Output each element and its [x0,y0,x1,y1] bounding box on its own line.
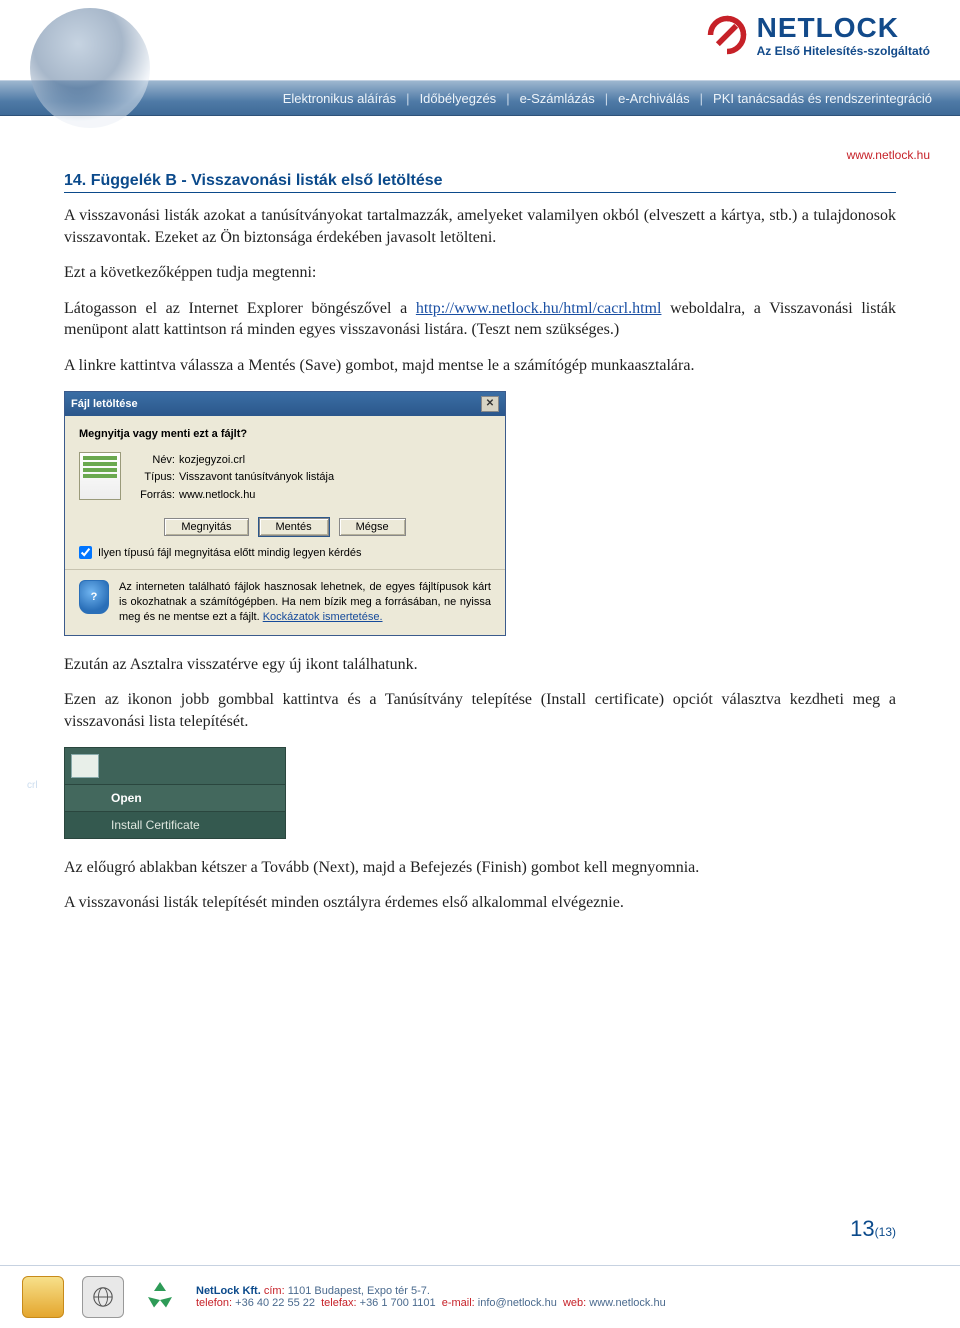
nav-item[interactable]: Időbélyegzés [420,91,497,106]
nav-item[interactable]: e-Számlázás [520,91,595,106]
open-button[interactable]: Megnyitás [164,518,248,536]
always-ask-checkbox[interactable]: Ilyen típusú fájl megnyitása előtt mindi… [79,546,491,559]
ctx-open[interactable]: Open [65,784,285,811]
page-footer: NetLock Kft. cím: 1101 Budapest, Expo té… [0,1265,960,1328]
brand-name: NETLOCK [757,12,930,44]
file-icon [79,452,121,500]
crl-link[interactable]: http://www.netlock.hu/html/cacrl.html [416,300,662,317]
paragraph: A visszavonási listák telepítését minden… [64,892,896,914]
dialog-warning: Az interneten található fájlok hasznosak… [119,580,491,625]
save-button[interactable]: Mentés [259,518,329,536]
paragraph: Ezután az Asztalra visszatérve egy új ik… [64,654,896,676]
header-url: www.netlock.hu [0,116,960,162]
paragraph: Ezt a következőképpen tudja megtenni: [64,262,896,284]
dialog-question: Megnyitja vagy menti ezt a fájlt? [79,428,491,440]
close-icon[interactable]: ✕ [481,396,499,412]
paragraph: Ezen az ikonon jobb gombbal kattintva és… [64,689,896,732]
file-download-dialog: Fájl letöltése ✕ Megnyitja vagy menti ez… [64,391,506,636]
paragraph: A linkre kattintva válassza a Mentés (Sa… [64,355,896,377]
section-title: 14. Függelék B - Visszavonási listák els… [64,172,896,193]
nav-item[interactable]: e-Archiválás [618,91,690,106]
sgs-badge-icon [22,1276,64,1318]
file-info: Név:kozjegyzoi.crl Típus:Visszavont tanú… [131,452,334,505]
ctx-install-certificate[interactable]: Install Certificate [65,811,285,838]
paragraph: Az előugró ablakban kétszer a Tovább (Ne… [64,857,896,879]
dialog-title: Fájl letöltése [71,398,138,410]
crl-file-icon [71,754,99,778]
paragraph: A visszavonási listák azokat a tanúsítvá… [64,205,896,248]
footer-text: NetLock Kft. cím: 1101 Budapest, Expo té… [196,1285,666,1309]
fingerprint-graphic [30,8,150,128]
page-header: NETLOCK Az Első Hitelesítés-szolgáltató [0,0,960,80]
paragraph: Látogasson el az Internet Explorer böngé… [64,298,896,341]
shield-icon [79,580,109,614]
cancel-button[interactable]: Mégse [339,518,406,536]
brand-logo: NETLOCK Az Első Hitelesítés-szolgáltató [705,12,930,58]
moodys-badge-icon [82,1276,124,1318]
file-ext-label: crl [27,780,38,791]
recycle-icon [142,1279,178,1315]
page-number: 13(13) [850,1216,896,1242]
brand-tagline: Az Első Hitelesítés-szolgáltató [757,44,930,58]
checkbox-input[interactable] [79,546,92,559]
risk-link[interactable]: Kockázatok ismertetése. [263,611,383,623]
context-menu: crl Open Install Certificate [64,747,286,839]
globe-icon [92,1286,114,1308]
nav-item[interactable]: PKI tanácsadás és rendszerintegráció [713,91,932,106]
dialog-titlebar: Fájl letöltése ✕ [65,392,505,416]
document-body: 14. Függelék B - Visszavonási listák els… [0,162,960,914]
netlock-mark-icon [705,13,749,57]
nav-item[interactable]: Elektronikus aláírás [283,91,396,106]
